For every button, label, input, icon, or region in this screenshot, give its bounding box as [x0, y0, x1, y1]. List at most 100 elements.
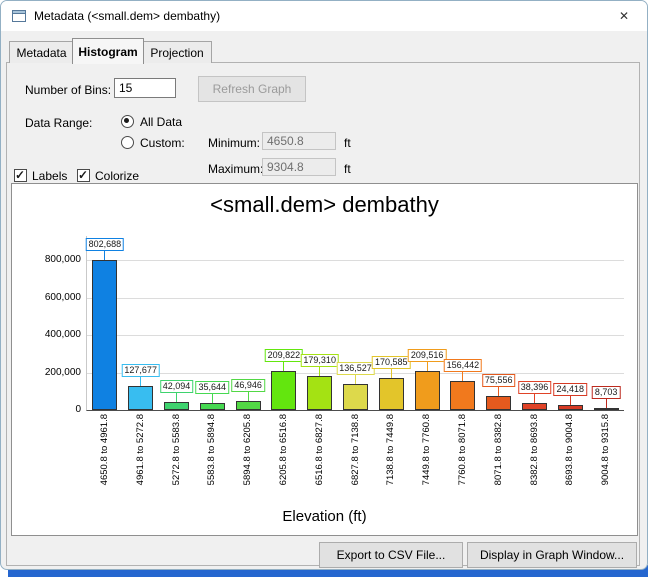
bar-value-label: 42,094	[160, 380, 194, 393]
custom-radio-label[interactable]: Custom:	[140, 136, 185, 150]
x-tick-label: 8693.8 to 9004.8	[564, 414, 576, 502]
y-tick-label: 0	[17, 404, 81, 415]
metadata-dialog: Metadata (<small.dem> dembathy) ✕ Metada…	[0, 0, 648, 570]
custom-radio[interactable]	[121, 136, 134, 149]
bar-label-stem	[570, 396, 571, 405]
bar-label-stem	[104, 251, 105, 260]
tab-histogram-label: Histogram	[78, 45, 137, 59]
bar-label-stem	[319, 367, 320, 376]
bins-input[interactable]	[114, 78, 176, 98]
y-tick-label: 400,000	[17, 329, 81, 340]
colorize-checkbox-label[interactable]: Colorize	[95, 169, 139, 183]
labels-checkbox[interactable]	[14, 169, 27, 182]
bar-label-stem	[427, 362, 428, 371]
histogram-bar	[307, 376, 332, 410]
all-data-radio[interactable]	[121, 115, 134, 128]
bins-label: Number of Bins:	[25, 83, 111, 97]
histogram-bar	[415, 371, 440, 410]
x-tick-label: 8071.8 to 8382.8	[493, 414, 505, 502]
bar-label-stem	[140, 377, 141, 386]
histogram-bar	[236, 401, 261, 410]
x-axis-title: Elevation (ft)	[12, 508, 637, 525]
window-title: Metadata (<small.dem> dembathy)	[34, 9, 220, 23]
bar-label-stem	[606, 399, 607, 408]
histogram-bar	[594, 408, 619, 410]
plot-area: 0200,000400,000600,000800,000802,6884650…	[86, 236, 624, 411]
x-tick-label: 5272.8 to 5583.8	[171, 414, 183, 502]
histogram-bar	[486, 396, 511, 410]
x-tick-label: 6827.8 to 7138.8	[350, 414, 362, 502]
histogram-bar	[558, 405, 583, 410]
minimum-label: Minimum:	[208, 136, 260, 150]
tab-metadata-label: Metadata	[16, 46, 66, 60]
maximum-unit-label: ft	[344, 162, 351, 176]
bar-value-label: 24,418	[554, 383, 588, 396]
tab-projection[interactable]: Projection	[142, 41, 212, 63]
bar-label-stem	[462, 372, 463, 381]
gridline	[87, 335, 624, 336]
bar-value-label: 75,556	[482, 374, 516, 387]
histogram-bar	[128, 386, 153, 410]
bar-value-label: 136,527	[336, 362, 375, 375]
x-tick-label: 7449.8 to 7760.8	[421, 414, 433, 502]
bar-value-label: 802,688	[86, 238, 125, 251]
bar-label-stem	[212, 394, 213, 403]
x-tick-label: 7138.8 to 7449.8	[385, 414, 397, 502]
gridline	[87, 260, 624, 261]
chart-title: <small.dem> dembathy	[12, 192, 637, 218]
maximum-field[interactable]: 9304.8	[262, 158, 336, 176]
bar-value-label: 179,310	[300, 354, 339, 367]
x-tick-label: 7760.8 to 8071.8	[457, 414, 469, 502]
minimum-unit-label: ft	[344, 136, 351, 150]
export-csv-button[interactable]: Export to CSV File...	[319, 542, 463, 568]
window-icon	[11, 8, 27, 24]
maximum-label: Maximum:	[208, 162, 263, 176]
x-tick-label: 5583.8 to 5894.8	[206, 414, 218, 502]
bar-value-label: 170,585	[372, 356, 411, 369]
data-range-label: Data Range:	[25, 116, 92, 130]
refresh-graph-button[interactable]: Refresh Graph	[198, 76, 306, 102]
bar-label-stem	[391, 369, 392, 378]
close-icon[interactable]: ✕	[601, 1, 647, 31]
bar-value-label: 35,644	[196, 381, 230, 394]
histogram-bar	[271, 371, 296, 410]
histogram-bar	[164, 402, 189, 410]
y-tick-label: 200,000	[17, 367, 81, 378]
all-data-radio-label[interactable]: All Data	[140, 115, 182, 129]
labels-checkbox-label[interactable]: Labels	[32, 169, 67, 183]
tab-projection-label: Projection	[150, 46, 203, 60]
bar-label-stem	[498, 387, 499, 396]
tab-metadata[interactable]: Metadata	[9, 41, 74, 63]
y-tick-label: 600,000	[17, 292, 81, 303]
histogram-bar	[200, 403, 225, 410]
titlebar: Metadata (<small.dem> dembathy) ✕	[1, 1, 647, 31]
histogram-bar	[450, 381, 475, 410]
bar-label-stem	[355, 375, 356, 384]
x-tick-label: 4650.8 to 4961.8	[99, 414, 111, 502]
bar-label-stem	[283, 362, 284, 371]
histogram-bar	[522, 403, 547, 410]
colorize-checkbox[interactable]	[77, 169, 90, 182]
x-tick-label: 6516.8 to 6827.8	[314, 414, 326, 502]
x-tick-label: 8382.8 to 8693.8	[529, 414, 541, 502]
bar-label-stem	[176, 393, 177, 402]
bar-label-stem	[534, 394, 535, 403]
x-tick-label: 6205.8 to 6516.8	[278, 414, 290, 502]
histogram-chart: <small.dem> dembathy 0200,000400,000600,…	[11, 183, 638, 536]
bar-value-label: 46,946	[231, 379, 265, 392]
bar-value-label: 127,677	[121, 364, 160, 377]
x-tick-label: 5894.8 to 6205.8	[242, 414, 254, 502]
x-tick-label: 9004.8 to 9315.8	[600, 414, 612, 502]
tab-histogram[interactable]: Histogram	[72, 38, 144, 64]
bar-value-label: 38,396	[518, 381, 552, 394]
bar-value-label: 209,822	[265, 349, 304, 362]
display-graph-window-button[interactable]: Display in Graph Window...	[467, 542, 637, 568]
x-tick-label: 4961.8 to 5272.8	[135, 414, 147, 502]
bar-value-label: 8,703	[592, 386, 621, 399]
gridline	[87, 298, 624, 299]
minimum-field[interactable]: 4650.8	[262, 132, 336, 150]
bar-value-label: 156,442	[444, 359, 483, 372]
histogram-bar	[379, 378, 404, 410]
histogram-bar	[343, 384, 368, 410]
histogram-bar	[92, 260, 117, 411]
